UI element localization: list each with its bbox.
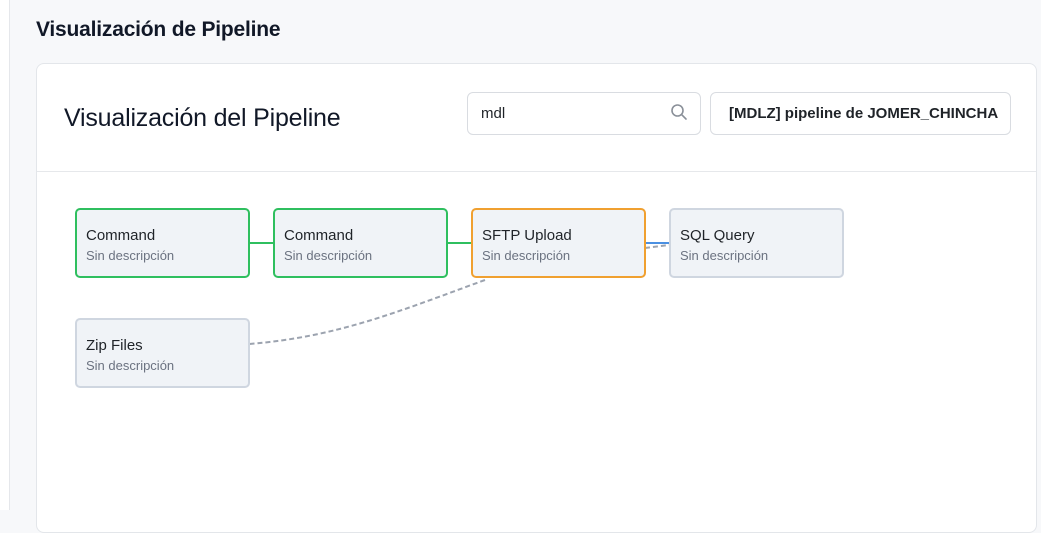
node-title: Zip Files [86,337,143,354]
pipeline-node-zip-files[interactable]: Zip Files Sin descripción [75,318,250,388]
node-title: Command [86,227,156,244]
search-field[interactable] [467,92,701,135]
pipeline-canvas[interactable]: Command Sin descripción Command Sin desc… [37,172,1036,532]
node-title: SQL Query [680,227,755,244]
left-rail [0,0,10,510]
pipeline-select[interactable]: [MDLZ] pipeline de JOMER_CHINCHA [710,92,1011,135]
pipeline-node-sftp-upload[interactable]: SFTP Upload Sin descripción [471,208,646,278]
page-title: Visualización de Pipeline [36,18,281,41]
search-input[interactable] [481,93,661,134]
node-title: SFTP Upload [482,227,572,244]
card-title: Visualización del Pipeline [64,104,341,132]
pipeline-node-sql-query[interactable]: SQL Query Sin descripción [669,208,844,278]
edge-sftp-zip [248,279,486,345]
pipeline-card: Visualización del Pipeline [MDLZ] pipeli… [36,63,1037,533]
search-icon[interactable] [670,103,688,121]
pipeline-node-command-2[interactable]: Command Sin descripción [273,208,448,278]
edge-sftp-sql-dashed [644,244,670,249]
node-description: Sin descripción [86,358,175,373]
node-description: Sin descripción [86,248,175,263]
node-description: Sin descripción [284,248,373,263]
pipeline-node-command-1[interactable]: Command Sin descripción [75,208,250,278]
card-header: Visualización del Pipeline [MDLZ] pipeli… [37,64,1036,172]
node-description: Sin descripción [482,248,571,263]
node-title: Command [284,227,354,244]
node-description: Sin descripción [680,248,769,263]
